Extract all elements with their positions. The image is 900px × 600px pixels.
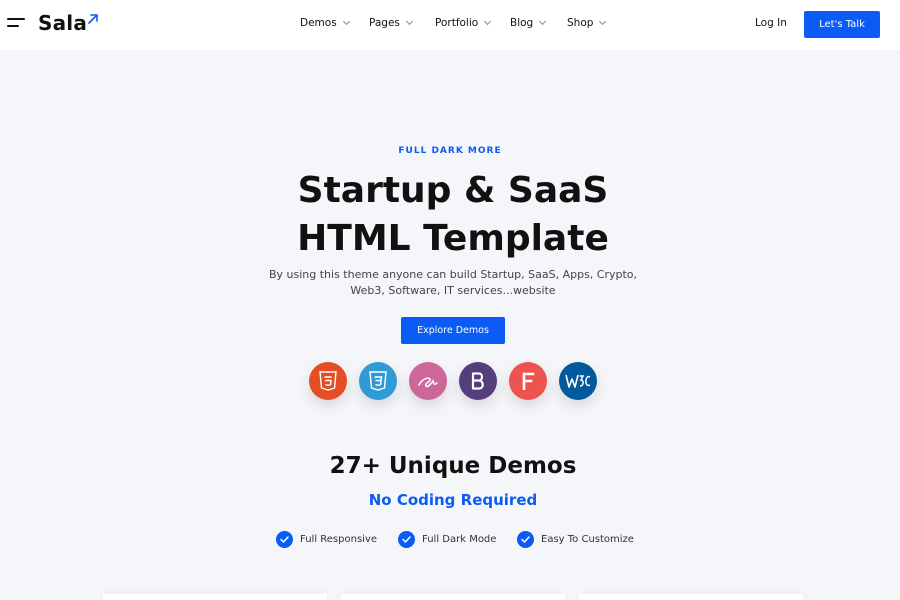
demo-card[interactable] bbox=[341, 594, 565, 600]
arrow-up-right-icon bbox=[88, 14, 98, 24]
hero-eyebrow: FULL DARK MORE bbox=[398, 146, 502, 156]
nav-item-pages[interactable]: Pages bbox=[369, 17, 413, 29]
demos-title: 27+ Unique Demos bbox=[329, 453, 577, 479]
html5-shield-icon bbox=[319, 371, 337, 391]
font-icon bbox=[509, 362, 547, 400]
hero-subtitle-line-1: By using this theme anyone can build Sta… bbox=[268, 268, 638, 281]
check-icon bbox=[276, 530, 293, 548]
chevron-down-icon bbox=[484, 17, 492, 26]
w3c-logo-icon bbox=[565, 374, 591, 388]
nav-item-shop[interactable]: Shop bbox=[567, 17, 607, 29]
menu-icon[interactable] bbox=[7, 16, 27, 30]
bootstrap-icon bbox=[459, 362, 497, 400]
hero-title-line-1: Startup & SaaS bbox=[297, 170, 609, 211]
nav-item-demos[interactable]: Demos bbox=[300, 17, 350, 29]
feature-easy-to-customize: Easy To Customize bbox=[517, 530, 634, 548]
feature-full-dark-mode: Full Dark Mode bbox=[398, 530, 496, 548]
css3-shield-icon bbox=[369, 371, 387, 391]
demo-card[interactable] bbox=[103, 594, 327, 600]
login-link[interactable]: Log In bbox=[755, 17, 787, 29]
explore-demos-button[interactable]: Explore Demos bbox=[401, 317, 505, 344]
nav-item-portfolio[interactable]: Portfolio bbox=[435, 17, 492, 29]
demos-subtitle: No Coding Required bbox=[368, 491, 538, 509]
sass-logo-icon bbox=[418, 377, 438, 388]
logo[interactable]: Sala bbox=[38, 11, 87, 35]
hero-subtitle-line-2: Web3, Software, IT services...website bbox=[350, 284, 556, 297]
lets-talk-button[interactable]: Let's Talk bbox=[804, 11, 880, 38]
hero-title-line-2: HTML Template bbox=[297, 218, 609, 259]
feature-label: Full Responsive bbox=[300, 533, 378, 545]
font-letter-icon bbox=[522, 372, 535, 390]
header: Sala Demos Pages Portfolio Blog Shop Log… bbox=[0, 0, 900, 50]
check-icon bbox=[517, 530, 534, 548]
feature-label: Full Dark Mode bbox=[422, 533, 497, 545]
html5-icon bbox=[309, 362, 347, 400]
chevron-down-icon bbox=[342, 17, 350, 26]
chevron-down-icon bbox=[539, 17, 547, 26]
chevron-down-icon bbox=[405, 17, 413, 26]
w3c-icon bbox=[559, 362, 597, 400]
chevron-down-icon bbox=[599, 17, 607, 26]
check-icon bbox=[398, 530, 415, 548]
sass-icon bbox=[409, 362, 447, 400]
nav-item-blog[interactable]: Blog bbox=[510, 17, 547, 29]
demo-card[interactable] bbox=[579, 594, 803, 600]
feature-full-responsive: Full Responsive bbox=[276, 530, 377, 548]
hero-subtitle: By using this theme anyone can build Sta… bbox=[0, 267, 900, 299]
css3-icon bbox=[359, 362, 397, 400]
hero-title: Startup & SaaS HTML Template bbox=[0, 167, 900, 263]
feature-label: Easy To Customize bbox=[541, 533, 634, 545]
bootstrap-letter-icon bbox=[471, 372, 484, 390]
